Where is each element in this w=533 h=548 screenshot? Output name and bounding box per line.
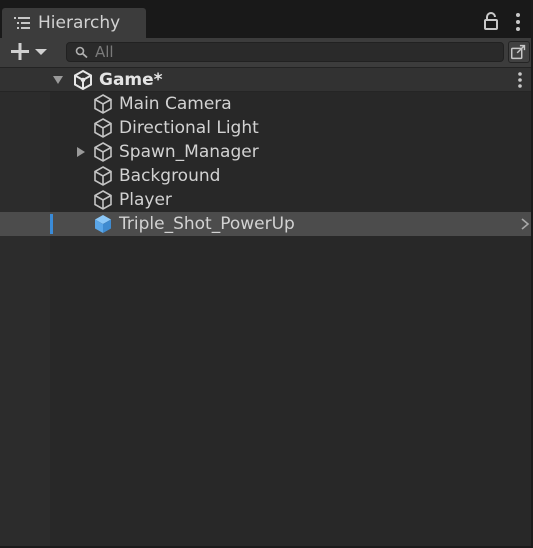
add-dropdown-button[interactable] bbox=[6, 41, 50, 63]
search-icon bbox=[75, 46, 88, 59]
gameobject-cube-icon bbox=[94, 94, 112, 114]
list-item-main-camera[interactable]: Main Camera bbox=[0, 92, 533, 116]
gameobject-cube-icon bbox=[94, 190, 112, 210]
scene-row[interactable]: Game* bbox=[0, 68, 533, 92]
object-name: Main Camera bbox=[119, 94, 232, 114]
scene-name: Game* bbox=[99, 70, 163, 90]
chevron-right-icon[interactable] bbox=[520, 217, 530, 231]
tab-hierarchy[interactable]: Hierarchy bbox=[2, 8, 146, 38]
foldout-expanded-icon[interactable] bbox=[53, 75, 63, 85]
chevron-down-icon bbox=[35, 49, 47, 55]
unity-scene-icon bbox=[74, 69, 92, 91]
scene-visibility-button[interactable] bbox=[508, 41, 530, 63]
toolbar bbox=[0, 38, 533, 68]
list-item-player[interactable]: Player bbox=[0, 188, 533, 212]
object-name: Directional Light bbox=[119, 118, 259, 138]
object-name: Player bbox=[119, 190, 172, 210]
list-item-triple-shot-powerup[interactable]: Triple_Shot_PowerUp bbox=[0, 212, 533, 236]
gameobject-cube-icon bbox=[94, 166, 112, 186]
search-input[interactable] bbox=[95, 43, 495, 61]
list-item-spawn-manager[interactable]: Spawn_Manager bbox=[0, 140, 533, 164]
hierarchy-window: Hierarchy All Game* Main Camera Directio… bbox=[0, 0, 533, 548]
hierarchy-tree: Game* Main Camera Directional Light Spaw… bbox=[0, 68, 533, 548]
gameobject-cube-icon bbox=[94, 118, 112, 138]
kebab-menu-icon[interactable] bbox=[516, 71, 524, 89]
object-name: Spawn_Manager bbox=[119, 142, 259, 162]
selection-indicator bbox=[50, 214, 53, 234]
scene-visibility-icon bbox=[511, 44, 526, 60]
gameobject-cube-icon bbox=[94, 142, 112, 162]
tab-label: Hierarchy bbox=[38, 13, 121, 33]
list-item-directional-light[interactable]: Directional Light bbox=[0, 116, 533, 140]
list-item-background[interactable]: Background bbox=[0, 164, 533, 188]
list-icon bbox=[14, 17, 30, 29]
object-name: Triple_Shot_PowerUp bbox=[119, 214, 295, 234]
kebab-menu-icon[interactable] bbox=[513, 12, 523, 32]
lock-icon[interactable] bbox=[484, 12, 498, 30]
tab-bar: Hierarchy bbox=[0, 0, 533, 38]
foldout-collapsed-icon[interactable] bbox=[76, 147, 86, 157]
object-name: Background bbox=[119, 166, 221, 186]
search-field[interactable] bbox=[66, 42, 504, 62]
prefab-cube-icon bbox=[95, 215, 111, 233]
